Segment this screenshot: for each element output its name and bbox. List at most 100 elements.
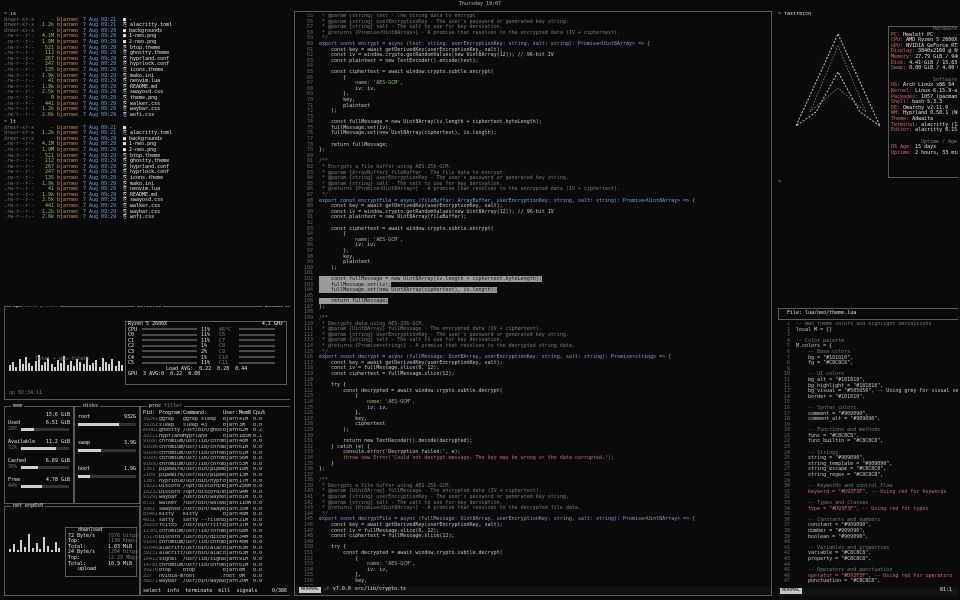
cpu-graph-bar [82, 364, 85, 371]
net-graph-bar [16, 550, 19, 552]
core-meter-2 [239, 350, 275, 353]
proc-header: Pid: Program:Command: User:MemB Cpu% [143, 410, 265, 417]
core-meter [142, 356, 197, 359]
theme-line[interactable]: 31 keyword = "#D93F3F", -- Using red for… [778, 489, 958, 496]
hardware-row: Swap: 0.00 GiB / 4.00 GiB (0%) [889, 65, 958, 72]
net-graph-bar [24, 547, 27, 552]
editor-branch: v7.0.0 [332, 586, 351, 592]
fastfetch-prompt: ~ fastfetch [778, 12, 812, 17]
process-row[interactable]: 39271waybar/usr/bin/waybarbjarn20M 0.0 [143, 579, 265, 585]
disk-bar [78, 475, 136, 478]
file-listing-terminal[interactable]: ~ ls drwxr-xr-x - bjarneo 7 Aug 09:21 ■ - drwx… [4, 12, 288, 302]
disks-box: disks root 932G swap 3.9G boot 1.9G [74, 403, 140, 504]
code-text: const ciphertext = fullMessage.slice(12)… [319, 371, 455, 377]
mem-row: Cached 6.69 GiB [8, 458, 70, 465]
mem-row: Free 4.78 GiB [8, 477, 70, 484]
theme-line-text: func_builtin = "#C8C8C8", [796, 438, 884, 445]
cpu-graph [9, 323, 125, 371]
ls2-row[interactable]: .rw-r--r-- 2.6k bjarneo 7 Aug 09:29 ⎘ wofi.c… [4, 214, 288, 221]
ls1-row[interactable]: .rw-r--r-- 2.6k bjarneo 7 Aug 09:29 ⎘ wofi.c… [4, 111, 288, 119]
net-graph-bar [35, 543, 38, 552]
disk-size: 932G [123, 414, 136, 420]
code-text: fullMessage.set(new Uint8Array(ciphertex… [319, 130, 497, 137]
mem-bar [21, 428, 69, 431]
cpu-graph-bar [114, 366, 117, 371]
proc-col-header[interactable]: MemB [239, 410, 253, 417]
code-text: ); [319, 108, 338, 115]
theme-line-text: string_regex = "#C8C8C8", [796, 472, 884, 479]
mem-title: mem [11, 403, 25, 410]
proc-actions[interactable]: select info terminate kill signals [143, 588, 257, 595]
file-name: ⎘ wofi.css [123, 111, 155, 118]
code-text: const plaintext = new TextEncoder().enco… [319, 57, 479, 64]
code-text: throw new Error('Could not decrypt messa… [319, 454, 615, 461]
disk-row: swap 3.9G [78, 440, 136, 447]
core-meter [142, 350, 197, 353]
theme-file-body: 1 -- Neo theme colors and highlight defin… [778, 322, 958, 584]
proc-col-header[interactable]: Cpu% [253, 410, 265, 417]
net-box: net enp6s0 download 72 Byte/s (576 bitps) To… [4, 503, 141, 596]
net-upload-label: upload [78, 566, 97, 573]
code-editor[interactable]: 55 * @param {string} text - The string d… [294, 11, 772, 596]
core-meter [142, 361, 197, 364]
cpu-graph-bar [105, 362, 107, 371]
disk-bar-fill [78, 475, 90, 478]
core-meter-2 [239, 361, 275, 364]
net-graph-bar [28, 534, 30, 552]
proc-col-header[interactable]: Pid: [143, 410, 159, 417]
proc-col-header[interactable]: Program: [159, 410, 183, 417]
proc-col-header[interactable]: Command: [183, 410, 223, 417]
core-meter-2 [239, 328, 275, 331]
disks-title: disks [81, 403, 101, 410]
net-graph [9, 517, 63, 587]
clock: Thursday 19:07 [458, 1, 502, 7]
theme-file-viewer[interactable]: File: lua/neo/theme.lua 1 -- Neo theme col… [778, 308, 958, 596]
disk-bar [78, 423, 136, 426]
theme-line[interactable]: 47 punctuation = "#C8C8C8", [778, 579, 958, 584]
theme-line-text: property = "#C8C8C8", [796, 555, 872, 562]
net-graph-bar [12, 544, 15, 552]
cpu-graph-bar [92, 363, 95, 371]
btop-monitor[interactable]: cpu menu preset 19:06:59 2000ms Total ▾ gpu… [4, 306, 290, 596]
theme-line-text: type = "#D93F3F", -- Using red for types [796, 505, 929, 512]
mem-box: mem 15.6 GiB Used 6.51 GiB 28% Available 11.2 … [4, 403, 74, 504]
net-iface[interactable]: enp6s0 [25, 503, 43, 509]
fastfetch-terminal[interactable]: ~ fastfetch Hardware PC: Hewlett PC CPU: AM… [778, 12, 958, 302]
fastfetch-prompt-2[interactable]: ~ [778, 179, 781, 186]
cpu-box: cpu menu preset 19:06:59 2000ms Total ▾ gpu… [4, 306, 290, 400]
file-name: ⎘ wofi.css [123, 214, 155, 221]
core-meter-2 [239, 339, 275, 342]
hw-key: Swap: [891, 65, 907, 72]
fastfetch-info: Hardware PC: Hewlett PC CPU: AMD Ryzen 5 2… [888, 26, 958, 178]
mem-total: 15.6 GiB [45, 412, 70, 418]
cpu-label: cpu [13, 306, 23, 309]
theme-file-path: File: lua/neo/theme.lua [787, 310, 857, 316]
editor-body: 55 * @param {string} text - The string d… [297, 14, 769, 585]
editor-filename[interactable]: src/lib/crypto.ts [353, 586, 408, 593]
ls1-block: ~ ls drwxr-xr-x - bjarneo 7 Aug 09:21 ■ - drwx… [4, 12, 288, 118]
proc-col-header[interactable]: User: [223, 410, 239, 417]
code-text: * @returns {Promise<Uint8Array>} - A pro… [319, 29, 621, 36]
file-date: 7 Aug 09:29 [83, 111, 117, 118]
cpu-graph-bar [21, 364, 24, 371]
cpu-graph-bar [117, 361, 120, 371]
mem-bar-fill [21, 466, 39, 469]
net-title: net enp6s0 [11, 503, 46, 510]
refresh-rate[interactable]: 2000ms [262, 306, 285, 310]
net-graph-bar [20, 540, 23, 552]
cpu-time: 19:06:59 [135, 306, 164, 310]
file-user: bjarneo [57, 214, 79, 221]
proc-filter[interactable]: filter [164, 403, 182, 409]
net-graph-bar [47, 546, 49, 552]
cpu-menu[interactable]: menu preset [25, 306, 58, 309]
code-text: * @returns {Promise<Uint8Array>} - A pro… [319, 505, 581, 512]
cpu-graph-bar [73, 366, 75, 371]
cpu-graph-bar [89, 365, 91, 371]
editor-statusbar: NORMAL ⎇ v7.0.0 src/lib/crypto.ts [295, 586, 771, 595]
mem-row: Available 11.2 GiB [8, 439, 70, 446]
net-graph-bar [39, 549, 42, 552]
disk-name: boot [78, 466, 91, 472]
core-meter [142, 333, 197, 336]
disk-row: boot 1.9G [78, 466, 136, 473]
cpu-graph-bar [53, 367, 56, 371]
